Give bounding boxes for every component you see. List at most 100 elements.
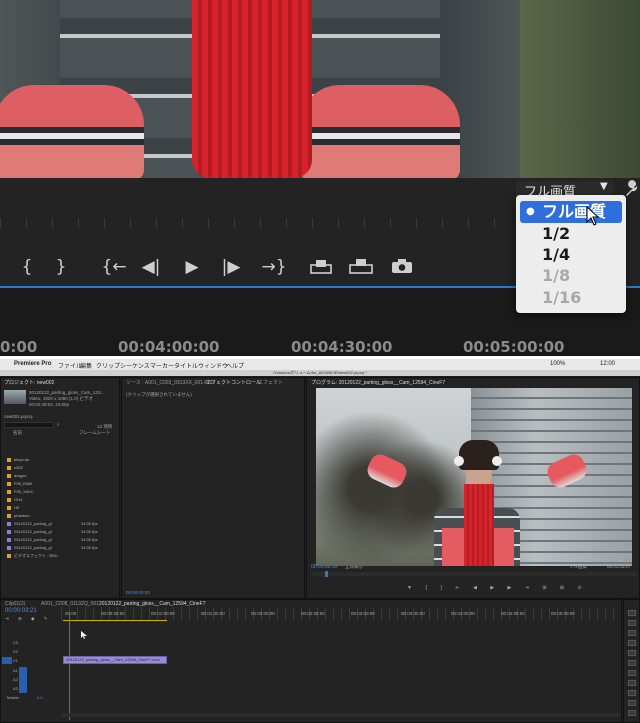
timeline-panel: Clip01(2) A001_C008_0113ZQ_001 20120122_… bbox=[0, 599, 622, 723]
program-playhead[interactable] bbox=[325, 571, 328, 577]
timeline-ruler[interactable] bbox=[61, 607, 621, 621]
menu-marker[interactable]: マーカー bbox=[150, 361, 174, 370]
video-frame bbox=[0, 0, 640, 178]
mouse-cursor-icon bbox=[81, 631, 87, 639]
item-name: 20120122_parting_gl bbox=[14, 529, 52, 534]
source-patch-v1[interactable] bbox=[2, 657, 12, 664]
item-name: phantom bbox=[14, 513, 30, 518]
tl-time: 00:00:30:00 bbox=[101, 611, 125, 616]
list-item[interactable]: F55_XAVC bbox=[7, 489, 34, 494]
clock-label: 12:00 bbox=[600, 361, 616, 367]
list-item[interactable]: GH4 bbox=[7, 497, 22, 502]
track-v3[interactable]: V3 bbox=[13, 640, 18, 645]
program-video-frame bbox=[316, 388, 632, 566]
menu-window[interactable]: ウィンドウ bbox=[198, 361, 228, 370]
list-item[interactable]: dragon bbox=[7, 473, 26, 478]
effect-controls-panel: ソース : A001_C003_0313XX_001.R3D エフェクトコントロ… bbox=[121, 377, 305, 599]
folder-icon bbox=[7, 489, 11, 494]
program-tab[interactable]: プログラム: 20120122_parting_gloss__Cam_12594… bbox=[311, 379, 445, 386]
list-item[interactable]: ビデオエフェクト : RED bbox=[7, 553, 58, 559]
slip-tool-icon[interactable] bbox=[628, 670, 636, 676]
program-transport-controls[interactable]: ▼ { } ⇤ ◀ ▶ ▶ ⇥ ⊞ ⊞ ⊙ bbox=[407, 585, 588, 591]
clip-info-duration: 00:02:49:02, 24.00p bbox=[29, 402, 70, 407]
menu-title[interactable]: タイトル bbox=[174, 361, 198, 370]
menu-clip[interactable]: クリップ bbox=[96, 361, 120, 370]
item-name: F55_XAVC bbox=[14, 489, 34, 494]
list-item[interactable]: 20120122_parting_gl 24.00 fps bbox=[7, 529, 97, 534]
step-forward-button[interactable]: |▶ bbox=[216, 257, 246, 277]
rolling-edit-tool-icon[interactable] bbox=[628, 640, 636, 646]
program-scrubber[interactable] bbox=[311, 572, 637, 576]
quality-menu: ● フル画質 1/2 1/4 1/8 1/16 bbox=[516, 195, 626, 313]
razor-tool-icon[interactable] bbox=[628, 660, 636, 666]
timeline-scrollbar[interactable] bbox=[61, 713, 621, 717]
go-to-in-button[interactable]: {← bbox=[98, 257, 130, 277]
track-v1[interactable]: V1 bbox=[13, 658, 18, 663]
menu-edit[interactable]: 編集 bbox=[80, 361, 92, 370]
mouse-cursor-icon bbox=[586, 206, 600, 226]
ruler-time: 00:04:00:00 bbox=[118, 338, 220, 356]
go-to-out-button[interactable]: →} bbox=[258, 257, 290, 277]
item-name: dragon bbox=[14, 473, 27, 478]
battery-label: 100% bbox=[550, 361, 566, 367]
col-rate-header[interactable]: フレームレート bbox=[79, 430, 110, 436]
slide-tool-icon[interactable] bbox=[628, 680, 636, 686]
track-a3[interactable]: A3 bbox=[13, 686, 18, 691]
menu-app[interactable]: Premiere Pro bbox=[14, 361, 51, 367]
play-button[interactable]: ▶ bbox=[177, 257, 207, 277]
ripple-edit-tool-icon[interactable] bbox=[628, 630, 636, 636]
timeline-tools[interactable]: ⇥ ⊕ ◆ ✎ bbox=[5, 616, 52, 622]
list-item[interactable]: HK bbox=[7, 505, 20, 510]
tab-source[interactable]: ソース : A001_C003_0313XX_001.R3D bbox=[126, 379, 214, 386]
master-level[interactable]: 0.0 bbox=[37, 695, 43, 700]
mark-in-button[interactable]: { bbox=[12, 257, 42, 277]
timeline-tab[interactable]: Clip01(2) bbox=[5, 601, 25, 607]
track-a1[interactable]: A1 bbox=[13, 668, 18, 673]
tab-effect-controls[interactable]: エフェクトコントロール bbox=[206, 379, 261, 386]
timeline-playhead[interactable] bbox=[69, 615, 70, 720]
list-item[interactable]: phantom bbox=[7, 513, 30, 518]
radio-dot-icon: ● bbox=[526, 206, 535, 217]
item-name: ビデオエフェクト : RED bbox=[14, 553, 58, 558]
quality-option-quarter[interactable]: 1/4 bbox=[516, 244, 626, 266]
selection-tool-icon[interactable] bbox=[628, 610, 636, 616]
menu-file[interactable]: ファイル bbox=[58, 361, 82, 370]
extract-icon[interactable] bbox=[348, 258, 374, 274]
track-master[interactable]: Master bbox=[7, 695, 19, 700]
step-back-button[interactable]: ◀| bbox=[136, 257, 166, 277]
track-v2[interactable]: V2 bbox=[13, 649, 18, 654]
search-input[interactable] bbox=[4, 422, 54, 428]
list-item[interactable]: 20120122_parting_gl 24.00 fps bbox=[7, 545, 97, 550]
project-name: new002.prproj bbox=[4, 414, 33, 419]
folder-icon bbox=[7, 513, 11, 518]
track-a2[interactable]: A2 bbox=[13, 677, 18, 682]
tl-time: 00:01:00:00 bbox=[151, 611, 175, 616]
zoom-tool-icon[interactable] bbox=[628, 710, 636, 716]
list-item[interactable]: c300 bbox=[7, 465, 23, 470]
list-item[interactable]: binyo-hk bbox=[7, 457, 29, 462]
list-item[interactable]: F55_RAW bbox=[7, 481, 32, 486]
quality-option-half[interactable]: 1/2 bbox=[516, 223, 626, 245]
menu-sequence[interactable]: シーケンス bbox=[120, 361, 150, 370]
project-tab[interactable]: プロジェクト: new002 bbox=[4, 379, 54, 386]
timeline-clip[interactable]: 20120122_parting_gloss__Cam_12594_CineF7… bbox=[63, 656, 167, 664]
col-name-header[interactable]: 名前 bbox=[13, 430, 22, 436]
quality-option-full[interactable]: ● フル画質 bbox=[520, 201, 622, 223]
audio-track-targets[interactable] bbox=[19, 667, 27, 693]
item-name: binyo-hk bbox=[14, 457, 30, 462]
item-rate: 24.00 fps bbox=[81, 537, 98, 542]
camera-icon[interactable] bbox=[391, 258, 413, 274]
track-select-tool-icon[interactable] bbox=[628, 620, 636, 626]
list-item[interactable]: 20120122_parting_gl 24.00 fps bbox=[7, 537, 97, 542]
mark-out-button[interactable]: } bbox=[46, 257, 76, 277]
rate-stretch-tool-icon[interactable] bbox=[628, 650, 636, 656]
search-icon[interactable]: ⌕ bbox=[57, 422, 60, 427]
hand-tool-icon[interactable] bbox=[628, 700, 636, 706]
list-item[interactable]: 20120122_parting_gl 24.00 fps bbox=[7, 521, 97, 526]
clip-info-name: 20120122_parting_gloss_Cam_12S... bbox=[29, 390, 105, 395]
item-name: 20120122_parting_gl bbox=[14, 521, 52, 526]
pen-tool-icon[interactable] bbox=[628, 690, 636, 696]
menu-help[interactable]: ヘルプ bbox=[226, 361, 244, 370]
lift-icon[interactable] bbox=[309, 258, 333, 274]
tab-effects[interactable]: エフェクト bbox=[258, 379, 283, 386]
